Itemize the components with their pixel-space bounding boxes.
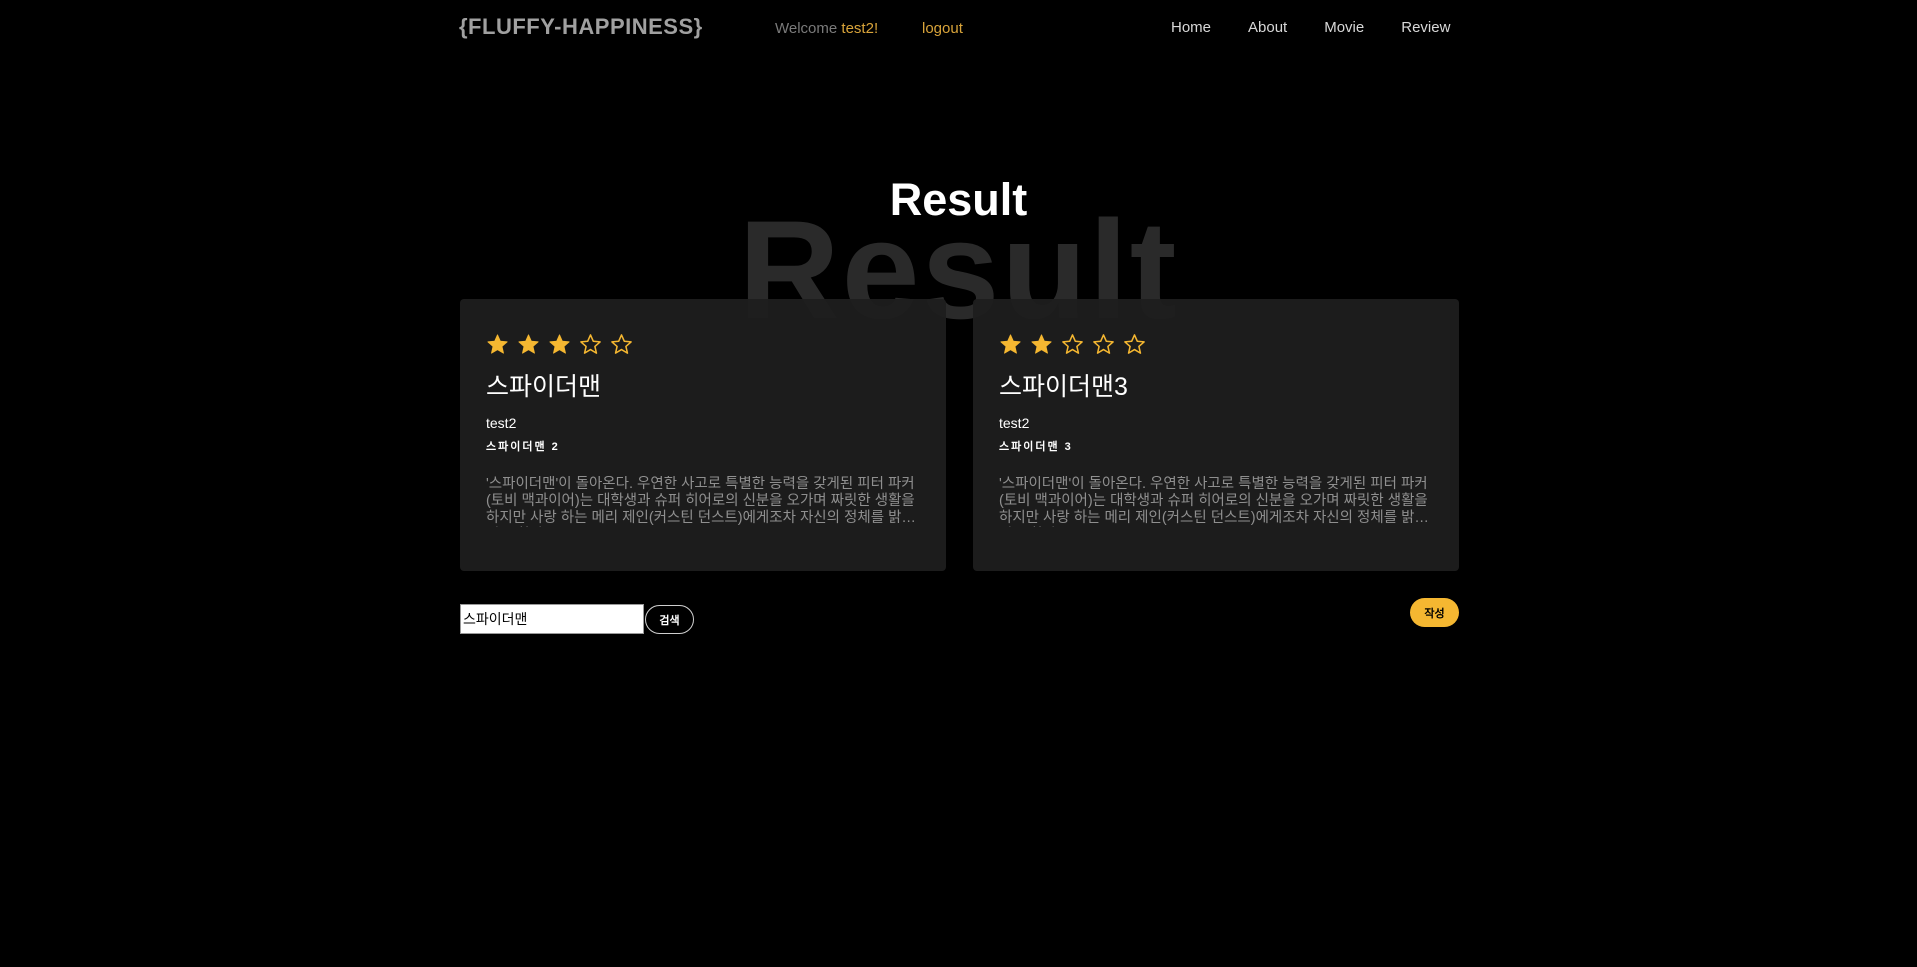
main-nav: Home About Movie Review xyxy=(1171,19,1487,36)
review-author: test2 xyxy=(999,415,1030,431)
star-filled-icon xyxy=(1031,334,1052,354)
review-movie: 스파이더맨 3 xyxy=(999,441,1073,453)
nav-movie[interactable]: Movie xyxy=(1324,19,1364,36)
star-rating xyxy=(999,333,1154,356)
star-empty-icon xyxy=(1062,334,1083,354)
review-author: test2 xyxy=(486,415,517,431)
star-filled-icon xyxy=(1000,334,1021,354)
review-title: 스파이더맨 xyxy=(486,373,602,401)
search-input[interactable] xyxy=(460,604,644,634)
review-body: '스파이더맨'이 돌아온다. 우연한 사고로 특별한 능력을 갖게된 피터 파커… xyxy=(486,476,915,526)
review-card[interactable]: 스파이더맨3 test2 스파이더맨 3 '스파이더맨'이 돌아온다. 우연한 … xyxy=(973,299,1459,571)
page: {FLUFFY-HAPPINESS} Welcome test2! logout… xyxy=(0,0,1917,967)
star-empty-icon xyxy=(580,334,601,354)
star-empty-icon xyxy=(1093,334,1114,354)
star-empty-icon xyxy=(1124,334,1145,354)
review-title: 스파이더맨3 xyxy=(999,373,1128,401)
star-filled-icon xyxy=(549,334,570,354)
welcome-prefix: Welcome xyxy=(775,20,842,37)
review-movie: 스파이더맨 2 xyxy=(486,441,560,453)
search-button[interactable]: 검색 xyxy=(645,605,694,634)
nav-about[interactable]: About xyxy=(1248,19,1287,36)
page-title: Result xyxy=(889,174,1028,225)
star-empty-icon xyxy=(611,334,632,354)
nav-home[interactable]: Home xyxy=(1171,19,1211,36)
write-review-button[interactable]: 작성 xyxy=(1410,598,1459,627)
nav-review[interactable]: Review xyxy=(1401,19,1450,36)
review-body: '스파이더맨'이 돌아온다. 우연한 사고로 특별한 능력을 갖게된 피터 파커… xyxy=(999,476,1428,526)
star-filled-icon xyxy=(518,334,539,354)
welcome-message: Welcome test2! xyxy=(775,20,878,37)
review-card[interactable]: 스파이더맨 test2 스파이더맨 2 '스파이더맨'이 돌아온다. 우연한 사… xyxy=(460,299,946,571)
star-filled-icon xyxy=(487,334,508,354)
logout-link[interactable]: logout xyxy=(922,20,963,37)
welcome-username: test2! xyxy=(841,20,879,37)
site-logo[interactable]: {FLUFFY-HAPPINESS} xyxy=(459,14,703,40)
star-rating xyxy=(486,333,641,356)
